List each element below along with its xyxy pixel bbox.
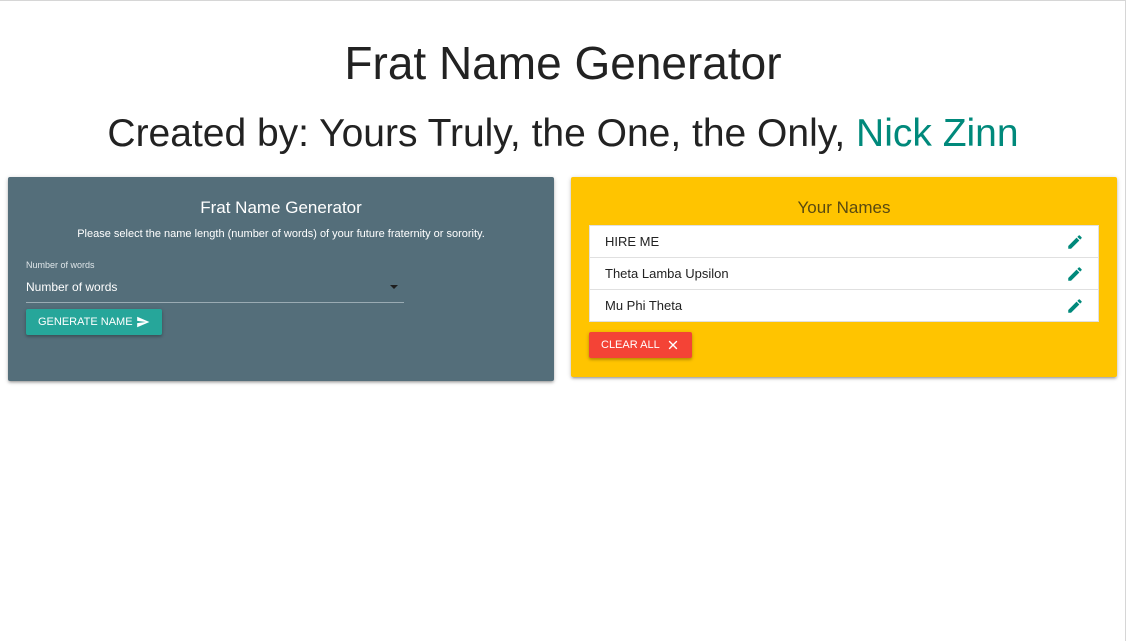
names-list: HIRE ME Theta Lamba Upsilon Mu Phi Theta [589, 225, 1099, 322]
word-count-select-value[interactable]: Number of words [26, 279, 117, 295]
edit-icon[interactable] [1066, 265, 1084, 283]
word-count-select-label: Number of words [26, 260, 95, 270]
edit-icon[interactable] [1066, 297, 1084, 315]
word-count-select[interactable]: Number of words Number of words [26, 259, 404, 303]
name-label: Mu Phi Theta [605, 298, 683, 313]
names-card: Your Names HIRE ME Theta Lamba Upsilon M… [571, 177, 1117, 377]
page-subtitle: Created by: Yours Truly, the One, the On… [0, 111, 1126, 157]
generator-card-title: Frat Name Generator [200, 198, 362, 217]
generator-instructions: Please select the name length (number of… [77, 228, 485, 240]
names-card-title: Your Names [797, 198, 891, 217]
select-underline [26, 302, 404, 303]
list-item: Theta Lamba Upsilon [590, 258, 1098, 290]
clear-all-button[interactable]: Clear All [589, 332, 692, 358]
close-icon [668, 340, 678, 350]
generate-name-button[interactable]: Generate Name [26, 309, 162, 335]
edit-icon[interactable] [1066, 233, 1084, 251]
generate-name-button-label: Generate Name [38, 316, 133, 328]
name-label: HIRE ME [605, 234, 660, 249]
author-name: Nick Zinn [856, 112, 1019, 155]
clear-all-button-label: Clear All [601, 339, 660, 351]
subtitle-prefix: Created by: Yours Truly, the One, the On… [107, 112, 857, 155]
caret-down-icon[interactable] [390, 285, 398, 289]
generator-card: Frat Name Generator Please select the na… [8, 177, 554, 381]
page-title: Frat Name Generator [344, 37, 782, 89]
send-icon [137, 316, 150, 328]
list-item: Mu Phi Theta [590, 290, 1098, 321]
list-item: HIRE ME [590, 226, 1098, 258]
name-label: Theta Lamba Upsilon [605, 266, 729, 281]
